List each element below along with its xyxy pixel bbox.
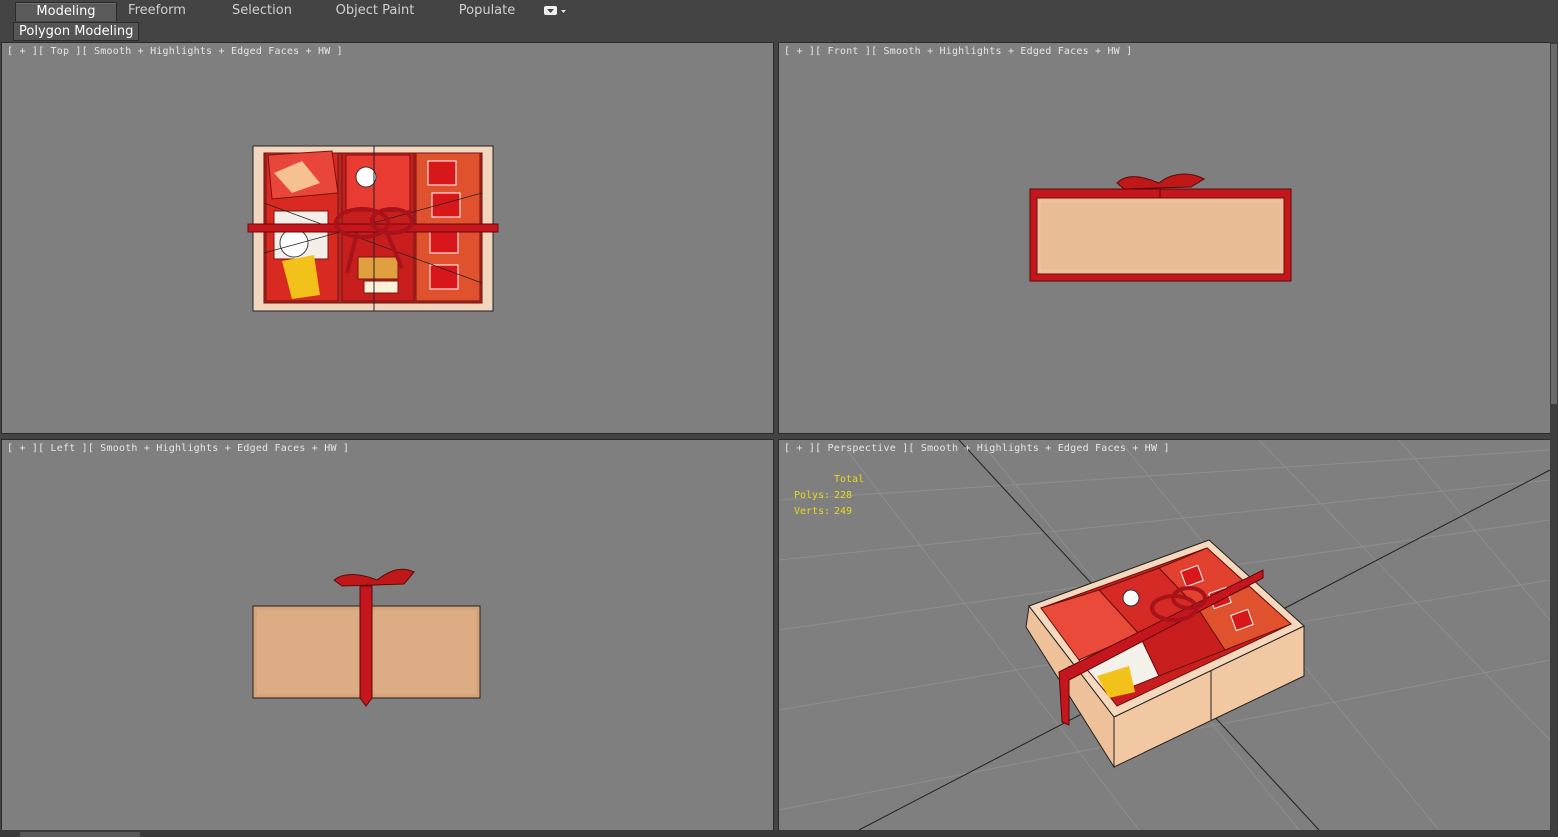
viewport-left[interactable]: [ + ][ Left ][ Smooth + Highlights + Edg… <box>1 439 774 831</box>
time-slider[interactable] <box>20 832 140 837</box>
tab-modeling[interactable]: Modeling <box>15 2 117 21</box>
stats-verts-label: Verts: <box>794 506 831 517</box>
right-panel-scrollbar[interactable] <box>1550 42 1558 837</box>
viewport-top[interactable]: [ + ][ Top ][ Smooth + Highlights + Edge… <box>1 42 774 434</box>
time-slider-strip <box>0 830 1558 837</box>
tab-freeform[interactable]: Freeform <box>112 2 202 20</box>
stats-polys-value: 228 <box>834 490 853 501</box>
subtab-polygon-modeling[interactable]: Polygon Modeling <box>13 22 140 41</box>
scrollbar-thumb[interactable] <box>1551 44 1557 404</box>
chevron-down-icon <box>544 6 566 15</box>
ribbon-tab-bar: Modeling Freeform Selection Object Paint… <box>0 0 1558 22</box>
tab-object-paint[interactable]: Object Paint <box>330 2 420 20</box>
ribbon-subtab-bar: Polygon Modeling <box>0 21 1558 41</box>
viewport-perspective[interactable]: [ + ][ Perspective ][ Smooth + Highlight… <box>778 439 1551 831</box>
stats-header: Total <box>834 474 865 485</box>
stats-polys-label: Polys: <box>794 490 831 501</box>
viewport-front[interactable]: [ + ][ Front ][ Smooth + Highlights + Ed… <box>778 42 1551 434</box>
tab-populate[interactable]: Populate <box>442 2 532 20</box>
left-view-model <box>252 568 481 707</box>
perspective-view-model <box>779 440 1550 830</box>
viewport-label-perspective[interactable]: [ + ][ Perspective ][ Smooth + Highlight… <box>784 443 1170 454</box>
stats-verts-value: 249 <box>834 506 853 517</box>
top-view-model <box>247 145 499 312</box>
tab-selection[interactable]: Selection <box>217 2 307 20</box>
front-view-model <box>1029 173 1292 282</box>
ribbon-options-button[interactable] <box>543 5 567 17</box>
